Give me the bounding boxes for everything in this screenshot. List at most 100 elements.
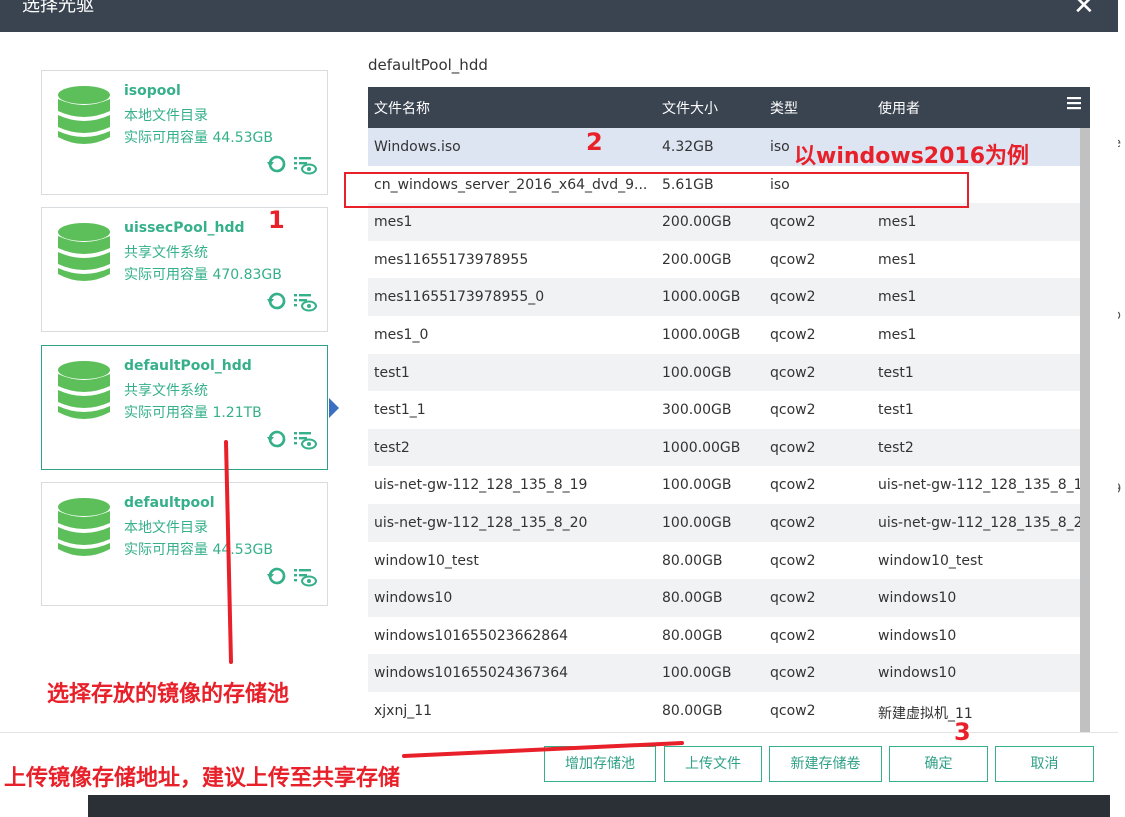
pool-actions	[266, 290, 318, 312]
file-name-cell: xjxnj_11	[374, 703, 433, 719]
column-header-name[interactable]: 文件名称	[374, 98, 430, 118]
file-user-cell: mes1	[878, 251, 917, 268]
file-type-cell: qcow2	[770, 627, 816, 644]
table-row[interactable]: mes11655173978955 200.00GB qcow2 mes1	[368, 241, 1090, 279]
database-icon	[57, 222, 111, 284]
table-header: 文件名称 文件大小 类型 使用者	[368, 87, 1090, 128]
pool-actions	[266, 153, 318, 175]
file-type-cell: qcow2	[770, 327, 816, 343]
file-size-cell: 1000.00GB	[662, 439, 741, 456]
refresh-icon[interactable]	[266, 290, 290, 312]
highlight-box	[344, 172, 969, 208]
pool-name: defaultPool_hdd	[124, 358, 252, 374]
file-size-cell: 80.00GB	[662, 590, 723, 607]
pool-card-isopool[interactable]: isopool 本地文件目录 实际可用容量 44.53GB	[41, 70, 328, 195]
pool-capacity: 实际可用容量 1.21TB	[124, 405, 262, 421]
annotation-example-note: 以windows2016为例	[794, 144, 1030, 169]
pool-type: 本地文件目录	[124, 520, 208, 536]
table-row[interactable]: test1 100.00GB qcow2 test1	[368, 353, 1090, 392]
footer-divider	[0, 732, 1118, 733]
file-size-cell: 80.00GB	[662, 703, 723, 719]
pool-actions	[266, 428, 318, 450]
view-list-icon[interactable]	[290, 290, 318, 312]
file-user-cell: test1	[878, 364, 914, 381]
file-user-cell: windows10	[878, 665, 957, 682]
file-name-cell: windows10	[374, 590, 453, 607]
view-list-icon[interactable]	[290, 153, 318, 175]
table-row[interactable]: xjxnj_11 80.00GB qcow2 新建虚拟机_11	[368, 692, 1090, 730]
refresh-icon[interactable]	[266, 153, 290, 175]
annotation-step-2: 2	[586, 128, 603, 156]
file-name-cell: uis-net-gw-112_128_135_8_19	[374, 477, 588, 494]
pool-actions	[266, 565, 318, 587]
file-size-cell: 100.00GB	[662, 477, 732, 494]
file-name-cell: windows101655023662864	[374, 627, 569, 644]
selected-pool-arrow	[329, 398, 339, 418]
table-row[interactable]: uis-net-gw-112_128_135_8_20 100.00GB qcow2…	[368, 504, 1090, 542]
table-scrollbar[interactable]	[1080, 128, 1090, 732]
background-bottom	[0, 795, 1125, 817]
file-size-cell: 80.00GB	[662, 627, 723, 644]
confirm-button[interactable]: 确定	[889, 746, 988, 782]
file-user-cell: 新建虚拟机_11	[878, 706, 973, 722]
annotation-step-3: 3	[954, 718, 971, 746]
dialog-titlebar: 选择光驱 ✕	[0, 0, 1118, 32]
file-size-cell: 4.32GB	[662, 139, 714, 155]
file-type-cell: qcow2	[770, 552, 816, 569]
close-icon[interactable]: ✕	[1073, 0, 1095, 20]
column-header-size[interactable]: 文件大小	[662, 98, 718, 118]
table-row[interactable]: windows101655024367364 100.00GB qcow2 windo…	[368, 654, 1090, 692]
table-row[interactable]: window10_test 80.00GB qcow2 window10_test	[368, 542, 1090, 580]
file-name-cell: Windows.iso	[374, 139, 461, 155]
file-type-cell: qcow2	[770, 703, 816, 719]
database-icon	[57, 85, 111, 147]
background-panel	[0, 795, 88, 817]
table-row[interactable]: mes1 200.00GB qcow2 mes1	[368, 203, 1090, 241]
file-type-cell: qcow2	[770, 402, 816, 419]
file-user-cell: test2	[878, 439, 914, 456]
column-menu-icon[interactable]	[1066, 96, 1082, 110]
select-cdrom-dialog: 选择光驱 ✕ isopool 本地文件目录 实际可用容量 44.53GB uissec…	[0, 0, 1118, 795]
file-type-cell: qcow2	[770, 665, 816, 682]
pool-capacity: 实际可用容量 44.53GB	[124, 130, 273, 146]
refresh-icon[interactable]	[266, 428, 290, 450]
pool-card-defaultPool_hdd[interactable]: defaultPool_hdd 共享文件系统 实际可用容量 1.21TB	[41, 345, 328, 470]
file-user-cell: window10_test	[878, 552, 983, 569]
file-name-cell: test1	[374, 364, 410, 381]
view-list-icon[interactable]	[290, 565, 318, 587]
file-name-cell: mes1	[374, 214, 413, 231]
annotation-select-pool-note: 选择存放的镜像的存储池	[47, 682, 290, 707]
table-row[interactable]: windows10 80.00GB qcow2 windows10	[368, 579, 1090, 617]
pool-card-uissecPool_hdd[interactable]: uissecPool_hdd 共享文件系统 实际可用容量 470.83GB	[41, 207, 328, 332]
table-row[interactable]: test2 1000.00GB qcow2 test2	[368, 428, 1090, 467]
file-type-cell: qcow2	[770, 214, 816, 231]
file-user-cell: mes1	[878, 327, 917, 343]
file-name-cell: windows101655024367364	[374, 665, 569, 682]
file-user-cell: mes1	[878, 289, 917, 306]
file-type-cell: qcow2	[770, 477, 816, 494]
file-size-cell: 200.00GB	[662, 251, 732, 268]
pool-card-defaultpool[interactable]: defaultpool 本地文件目录 实际可用容量 44.53GB	[41, 482, 328, 606]
table-row[interactable]: uis-net-gw-112_128_135_8_19 100.00GB qcow2…	[368, 466, 1090, 504]
cancel-button[interactable]: 取消	[995, 746, 1094, 782]
file-name-cell: test1_1	[374, 402, 426, 419]
table-row[interactable]: test1_1 300.00GB qcow2 test1	[368, 391, 1090, 429]
file-user-cell: uis-net-gw-112_128_135_8_19	[878, 477, 1090, 494]
column-header-type[interactable]: 类型	[770, 98, 798, 118]
refresh-icon[interactable]	[266, 565, 290, 587]
file-type-cell: qcow2	[770, 251, 816, 268]
pool-name: defaultpool	[124, 495, 215, 511]
file-name-cell: mes1_0	[374, 327, 429, 343]
column-header-user[interactable]: 使用者	[878, 98, 920, 118]
table-row[interactable]: windows101655023662864 80.00GB qcow2 window…	[368, 617, 1090, 655]
file-type-cell: qcow2	[770, 289, 816, 306]
add-pool-button[interactable]: 增加存储池	[544, 746, 656, 782]
table-row[interactable]: mes11655173978955_0 1000.00GB qcow2 mes1	[368, 278, 1090, 316]
new-volume-button[interactable]: 新建存储卷	[769, 746, 882, 782]
table-row[interactable]: mes1_0 1000.00GB qcow2 mes1	[368, 316, 1090, 354]
upload-file-button[interactable]: 上传文件	[664, 746, 762, 782]
file-name-cell: uis-net-gw-112_128_135_8_20	[374, 515, 588, 531]
view-list-icon[interactable]	[290, 428, 318, 450]
file-user-cell: mes1	[878, 214, 917, 231]
file-user-cell: windows10	[878, 590, 957, 607]
